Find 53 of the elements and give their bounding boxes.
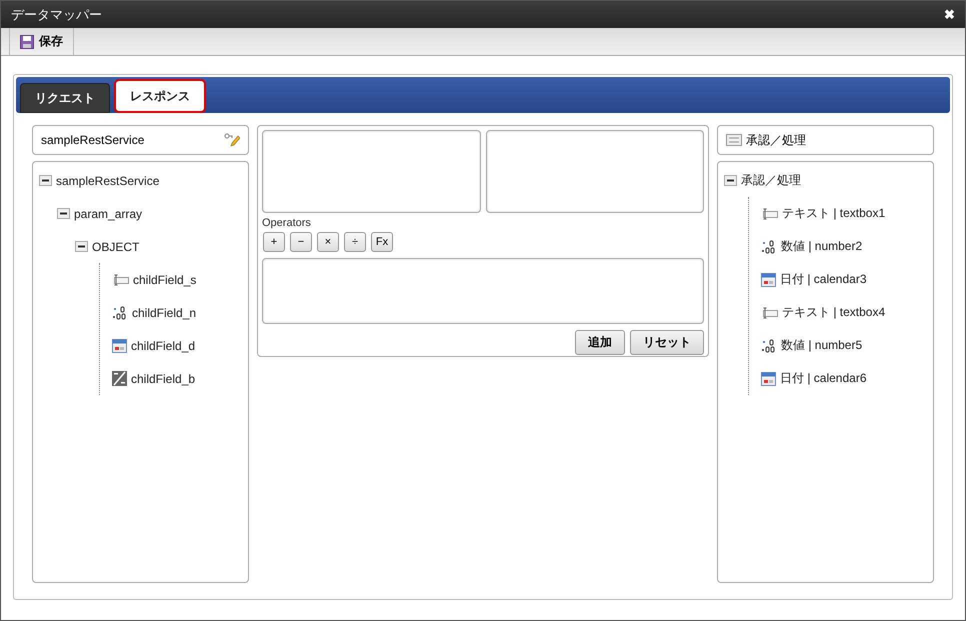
operator-button[interactable]: − — [290, 232, 312, 252]
operator-button[interactable]: + — [263, 232, 285, 252]
operator-button[interactable]: Fx — [371, 232, 393, 252]
tree-node-label[interactable]: param_array — [74, 206, 142, 220]
reset-button[interactable]: リセット — [630, 330, 704, 355]
calendar-icon — [761, 272, 776, 287]
minus-icon — [42, 179, 49, 182]
number-icon — [761, 338, 777, 352]
collapse-toggle[interactable] — [75, 241, 88, 252]
add-button[interactable]: 追加 — [575, 330, 625, 355]
calendar-icon — [761, 371, 776, 386]
operator-button[interactable]: ÷ — [344, 232, 366, 252]
text-field-icon — [112, 274, 129, 286]
window-title: データマッパー — [11, 6, 102, 24]
expression-field[interactable] — [262, 258, 704, 324]
tab[interactable]: レスポンス — [114, 79, 206, 113]
tree-field-label[interactable]: 数値 | number2 — [781, 238, 862, 255]
minus-icon — [78, 245, 85, 248]
tree-field-label[interactable]: 数値 | number5 — [781, 337, 862, 354]
calendar-icon — [112, 338, 127, 353]
tree-field-label[interactable]: テキスト | textbox1 — [782, 205, 886, 222]
tab[interactable]: リクエスト — [20, 83, 110, 113]
minus-icon — [727, 179, 734, 182]
toggle-flag-icon — [112, 371, 127, 386]
tree-field-label[interactable]: childField_b — [131, 372, 196, 386]
source-field-box[interactable] — [262, 130, 480, 213]
collapse-toggle[interactable] — [724, 175, 737, 186]
tree-field-label[interactable]: 日付 | calendar6 — [780, 370, 866, 387]
key-pencil-icon[interactable] — [224, 133, 240, 147]
close-button[interactable]: ✖ — [944, 7, 955, 22]
minus-icon — [60, 212, 67, 215]
text-field-icon — [761, 306, 778, 318]
target-name: 承認／処理 — [726, 132, 806, 148]
tree-field-label[interactable]: テキスト | textbox4 — [782, 304, 886, 321]
text-field-icon — [761, 208, 778, 220]
operator-button[interactable]: × — [317, 232, 339, 252]
save-icon — [20, 34, 34, 48]
tree-node-label[interactable]: OBJECT — [92, 240, 140, 254]
collapse-toggle[interactable] — [57, 208, 70, 219]
number-icon — [761, 240, 777, 254]
tree-node-label[interactable]: 承認／処理 — [741, 172, 801, 189]
save-button[interactable]: 保存 — [9, 28, 74, 55]
target-field-box[interactable] — [486, 130, 704, 213]
tree-field-label[interactable]: childField_s — [133, 272, 196, 286]
source-name: sampleRestService — [41, 133, 144, 147]
tree-field-label[interactable]: childField_d — [131, 338, 196, 352]
collapse-toggle[interactable] — [39, 175, 52, 186]
tree-field-label[interactable]: childField_n — [132, 306, 196, 320]
tree-node-label[interactable]: sampleRestService — [56, 174, 160, 188]
tree-field-label[interactable]: 日付 | calendar3 — [780, 271, 866, 288]
number-icon — [112, 306, 128, 320]
form-icon — [726, 134, 742, 146]
operators-label: Operators — [262, 217, 312, 229]
